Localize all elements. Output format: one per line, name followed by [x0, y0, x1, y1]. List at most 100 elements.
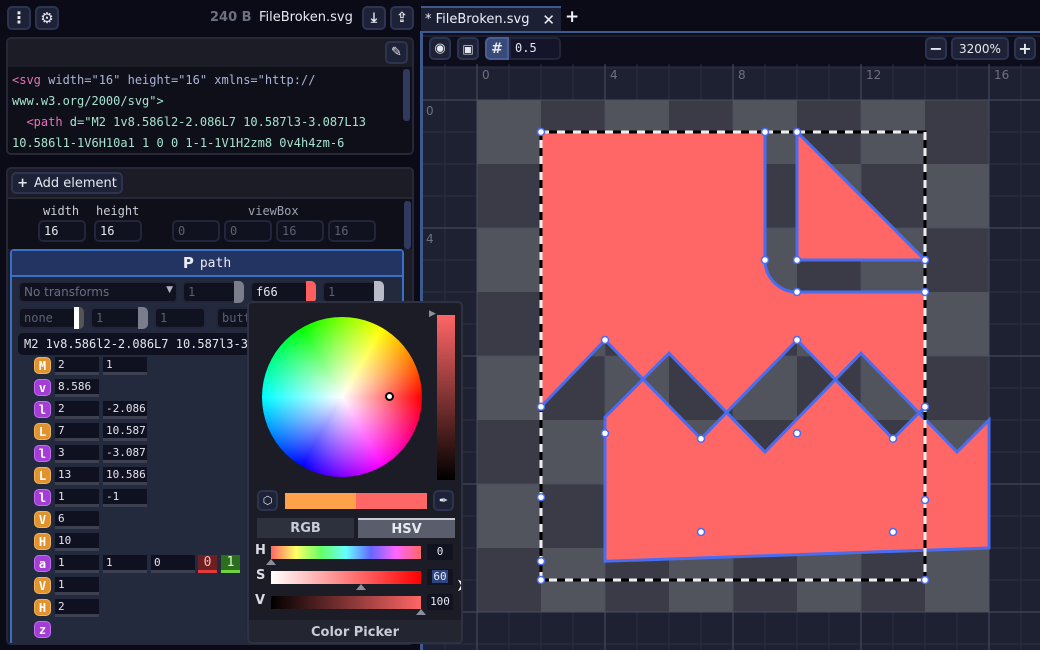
color-wheel[interactable]: [262, 317, 422, 477]
path-node-handle: [920, 287, 930, 297]
path-command-badge[interactable]: v: [34, 379, 51, 396]
path-command-badge[interactable]: M: [34, 357, 51, 374]
rgb-mode-tab[interactable]: RGB: [257, 518, 354, 538]
code-text: www.w3.org/2000/svg">: [12, 94, 164, 108]
value-value-input[interactable]: 100: [427, 594, 453, 610]
path-header[interactable]: P path: [12, 251, 402, 277]
path-command-arg-input[interactable]: 13: [55, 467, 99, 485]
ruler-y-label: 4: [426, 232, 434, 246]
value-slider-handle[interactable]: [416, 609, 426, 615]
viewbox-height-input[interactable]: 16: [328, 220, 376, 242]
file-name: FileBroken.svg: [259, 10, 353, 25]
color-picker-title: Color Picker: [249, 620, 461, 642]
path-command-arg-input[interactable]: 8.586: [55, 379, 99, 397]
path-command-arg-input[interactable]: 1: [55, 555, 99, 573]
path-command-arg-input[interactable]: 10: [55, 533, 99, 551]
path-command-arg-input[interactable]: 10.587: [103, 423, 147, 441]
stroke-width-input[interactable]: 1: [154, 307, 206, 329]
path-command-badge[interactable]: z: [34, 621, 51, 638]
path-command-badge[interactable]: H: [34, 599, 51, 616]
path-command-badge[interactable]: V: [34, 577, 51, 594]
fill-opacity-swatch[interactable]: [374, 281, 384, 303]
canvas[interactable]: [420, 31, 1040, 650]
viewbox-x-input[interactable]: 0: [172, 220, 220, 242]
path-command-arg-input[interactable]: -2.086: [103, 401, 147, 419]
transform-select[interactable]: No transforms ▼: [18, 281, 178, 303]
code-scrollbar[interactable]: [403, 69, 410, 121]
hsv-mode-tab[interactable]: HSV: [358, 518, 455, 538]
palette-button[interactable]: ⬡: [257, 490, 278, 511]
new-tab-button[interactable]: +: [565, 7, 579, 27]
path-command-arg-input[interactable]: 1: [103, 357, 147, 375]
inspector-scrollbar[interactable]: [404, 201, 411, 249]
path-command-badge[interactable]: l: [34, 489, 51, 506]
code-editor: ✎ <svg width="16" height="16" xmlns="htt…: [6, 37, 414, 155]
viewbox-y-input[interactable]: 0: [224, 220, 272, 242]
path-command-arg-input[interactable]: -1: [103, 489, 147, 507]
tab-filebroken[interactable]: * FileBroken.svg ✕: [421, 6, 561, 31]
path-command-badge[interactable]: l: [34, 445, 51, 462]
path-icon: P: [182, 254, 194, 272]
export-button[interactable]: ⇪: [390, 6, 414, 30]
saturation-slider-handle[interactable]: [356, 584, 366, 590]
path-command-arg-input[interactable]: 1: [55, 577, 99, 595]
path-command-badge[interactable]: V: [34, 511, 51, 528]
saturation-value-input[interactable]: 60: [427, 569, 453, 585]
path-command-arg-input[interactable]: 1: [103, 555, 147, 573]
eyedropper-button[interactable]: ✒: [433, 490, 454, 511]
path-command-badge[interactable]: L: [34, 467, 51, 484]
old-color-swatch[interactable]: [285, 493, 356, 509]
chevron-down-icon: ▼: [166, 285, 173, 295]
path-command-arg-input[interactable]: 2: [55, 401, 99, 419]
path-command-arg-input[interactable]: 2: [55, 599, 99, 617]
hue-slider-handle[interactable]: [266, 559, 276, 565]
hue-value-input[interactable]: 0: [427, 544, 453, 560]
height-input[interactable]: 16: [94, 220, 142, 242]
add-element-button[interactable]: + Add element: [11, 172, 123, 194]
path-command-arg-input[interactable]: -3.087: [103, 445, 147, 463]
save-button[interactable]: ⤓: [362, 6, 386, 30]
path-command-badge[interactable]: l: [34, 401, 51, 418]
code-textarea[interactable]: <svg width="16" height="16" xmlns="http:…: [8, 67, 412, 153]
stroke-color-swatch[interactable]: [74, 307, 84, 329]
svg-attributes: width height viewBox 16 16 0 0 16 16: [8, 199, 412, 249]
path-command-badge[interactable]: H: [34, 533, 51, 550]
path-command-arg-input[interactable]: 0: [151, 555, 195, 573]
viewbox-width-input[interactable]: 16: [276, 220, 324, 242]
color-wheel-handle[interactable]: [385, 392, 394, 401]
code-text: 10.586l1-1V6H10a1 1 0 0 1-1-1V1H2zm8 0v4…: [12, 136, 345, 150]
checker-tile: [477, 164, 541, 228]
path-command-arg-input[interactable]: 7: [55, 423, 99, 441]
settings-button[interactable]: ⚙: [35, 6, 59, 30]
checker-tile: [477, 420, 541, 484]
close-tab-icon[interactable]: ✕: [542, 11, 555, 29]
path-node-handle: [792, 287, 802, 297]
edit-code-button[interactable]: ✎: [385, 41, 408, 64]
saturation-slider[interactable]: [271, 571, 421, 584]
large-arc-flag-toggle[interactable]: 0: [198, 555, 217, 573]
path-command-arg-input[interactable]: 6: [55, 511, 99, 529]
path-command-arg-input[interactable]: 3: [55, 445, 99, 463]
width-input[interactable]: 16: [38, 220, 86, 242]
menu-button[interactable]: ⋮: [7, 6, 31, 30]
path-command-arg-input[interactable]: 2: [55, 357, 99, 375]
checker-tile: [925, 100, 989, 164]
path-node-handle: [920, 575, 930, 585]
fill-color-swatch[interactable]: [306, 281, 316, 303]
ruler-y-label: 0: [426, 104, 434, 118]
path-command-arg-input[interactable]: 10.586: [103, 467, 147, 485]
value-slider[interactable]: [271, 596, 421, 609]
path-command-badge[interactable]: L: [34, 423, 51, 440]
checker-tile: [541, 484, 605, 548]
path-node-handle: [888, 434, 898, 444]
checker-tile: [925, 548, 989, 612]
value-bar[interactable]: [437, 315, 455, 480]
opacity-swatch[interactable]: [234, 281, 244, 303]
path-node-handle: [536, 402, 546, 412]
stroke-opacity-swatch[interactable]: [138, 307, 148, 329]
hue-slider[interactable]: [271, 546, 421, 559]
canvas-viewport[interactable]: ◉ ▣ # 0.5 − 3200% + 0 4 8 12 16 0 4: [420, 31, 1040, 650]
path-command-badge[interactable]: a: [34, 555, 51, 572]
sweep-flag-toggle[interactable]: 1: [221, 555, 240, 573]
path-command-arg-input[interactable]: 1: [55, 489, 99, 507]
